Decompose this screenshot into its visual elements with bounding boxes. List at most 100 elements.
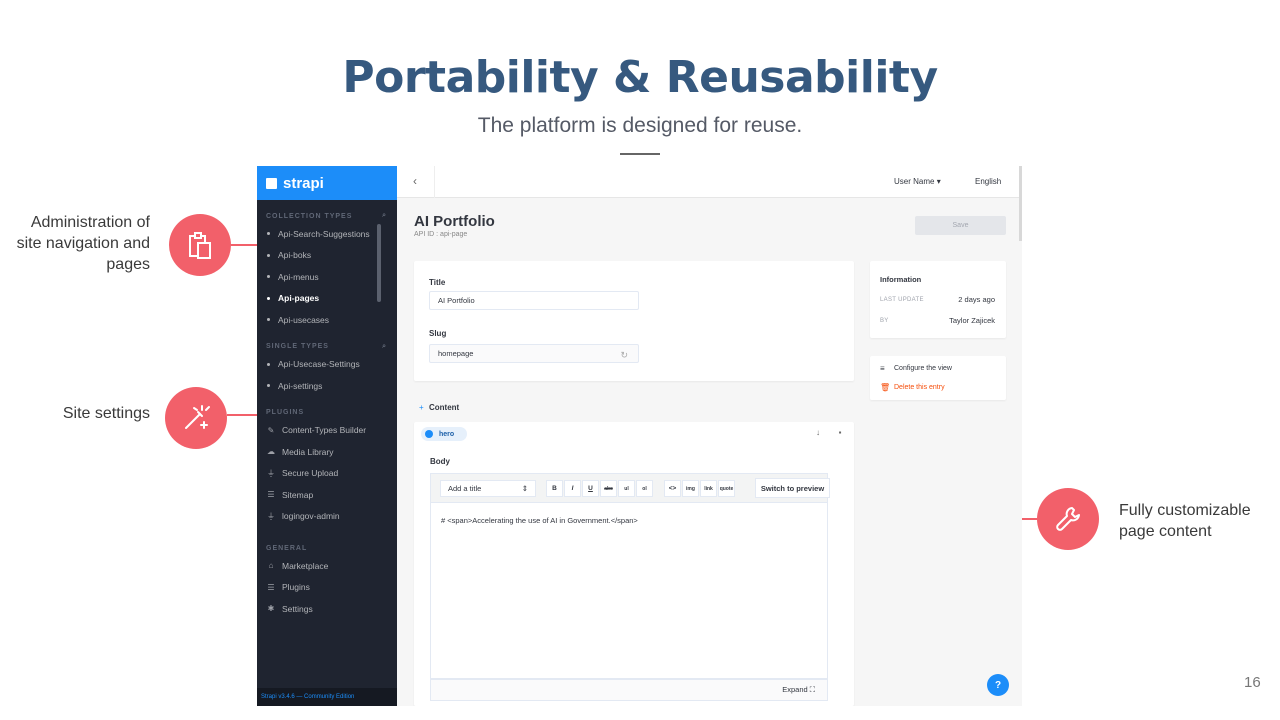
search-icon[interactable]: ⌕: [382, 212, 387, 220]
entry-title: AI Portfolio: [414, 213, 495, 230]
magic-wand-icon: [165, 387, 227, 449]
sidebar-item[interactable]: ✱ Settings: [257, 598, 397, 620]
list-icon: ☰: [267, 490, 275, 500]
sidebar: strapi COLLECTION TYPES ⌕ Api-Search-Sug…: [257, 166, 397, 706]
brand-logo[interactable]: strapi: [257, 166, 397, 200]
api-id: API ID : api-page: [414, 231, 468, 238]
sidebar-item-label: Api-usecases: [278, 314, 330, 325]
numbered-list-button[interactable]: ol: [636, 480, 653, 497]
delete-entry-link[interactable]: 🗑 Delete this entry: [880, 383, 945, 392]
sidebar-item[interactable]: Api-menus: [257, 266, 397, 288]
bullet-icon: [267, 232, 270, 236]
bullet-icon: [267, 275, 270, 279]
back-arrow-icon[interactable]: ‹: [413, 174, 417, 188]
slug-label: Slug: [429, 329, 447, 338]
callout-content-line-1: Fully customizable: [1119, 502, 1251, 519]
sidebar-item-label: Api-pages: [278, 293, 320, 304]
bullet-icon: [267, 318, 270, 322]
code-button[interactable]: <>: [664, 480, 681, 497]
save-button[interactable]: Save: [915, 216, 1006, 235]
sidebar-item[interactable]: ☰ Plugins: [257, 577, 397, 599]
actions-card: ≡ Configure the view 🗑 Delete this entry: [870, 356, 1006, 400]
editor-text: # <span>Accelerating the use of AI in Go…: [441, 516, 638, 525]
trash-icon[interactable]: ▪: [834, 428, 846, 437]
last-update-value: 2 days ago: [958, 295, 995, 304]
sidebar-item[interactable]: ☰ Sitemap: [257, 484, 397, 506]
component-actions: ↓ ▪: [812, 428, 846, 437]
refresh-icon[interactable]: ↻: [620, 350, 628, 361]
sidebar-item[interactable]: ⏚ Secure Upload: [257, 463, 397, 485]
sidebar-item[interactable]: ⌂ Marketplace: [257, 555, 397, 577]
editor-footer: Expand ⛶: [430, 679, 828, 701]
image-button[interactable]: img: [682, 480, 699, 497]
general-list: ⌂ Marketplace ☰ Plugins ✱ Settings: [257, 555, 397, 620]
switch-to-preview-button[interactable]: Switch to preview: [755, 478, 830, 498]
sidebar-item[interactable]: ⏚ logingov-admin: [257, 506, 397, 528]
sidebar-item[interactable]: Api-Usecase-Settings: [257, 354, 397, 376]
bullet-icon: [267, 384, 270, 388]
component-name: hero: [439, 430, 455, 438]
sidebar-item-label: Api-boks: [278, 250, 312, 261]
hero-component-pill[interactable]: hero: [421, 427, 467, 441]
sidebar-item-label: Marketplace: [282, 560, 329, 571]
sidebar-item[interactable]: Api-usecases: [257, 309, 397, 331]
title-input[interactable]: AI Portfolio: [429, 291, 639, 310]
plugin-list: ✎ Content-Types Builder ☁ Media Library ⏚ Sec…: [257, 420, 397, 528]
cloud-icon: ☁: [267, 447, 275, 457]
shop-icon: ⌂: [268, 561, 274, 571]
delete-entry-label: Delete this entry: [894, 384, 945, 391]
gear-icon: ✱: [267, 604, 275, 614]
sidebar-item[interactable]: Api-boks: [257, 245, 397, 267]
expand-button[interactable]: Expand ⛶: [782, 685, 815, 695]
sidebar-item[interactable]: Api-settings: [257, 375, 397, 397]
bulleted-list-button[interactable]: ul: [618, 480, 635, 497]
underline-button[interactable]: U: [582, 480, 599, 497]
user-menu[interactable]: User Name ▾: [894, 177, 941, 186]
page-scrollbar[interactable]: [1019, 166, 1022, 241]
strikethrough-button[interactable]: abc: [600, 480, 617, 497]
sidebar-item-label: Api-menus: [278, 271, 319, 282]
callout-settings-text: Site settings: [62, 405, 150, 422]
trash-icon: 🗑: [880, 383, 891, 392]
italic-button[interactable]: I: [564, 480, 581, 497]
sidebar-item[interactable]: Api-Search-Suggestions: [257, 223, 397, 245]
brand-name: strapi: [283, 174, 324, 192]
quote-button[interactable]: quote: [718, 480, 735, 497]
link-button[interactable]: link: [700, 480, 717, 497]
slide-title: Portability & Reusability: [342, 52, 938, 103]
help-button[interactable]: ?: [987, 674, 1009, 696]
topbar-divider: [434, 166, 435, 198]
search-icon[interactable]: ⌕: [382, 343, 387, 351]
list-icon: ☰: [267, 582, 275, 592]
callout-content-line-2: page content: [1119, 523, 1212, 540]
sidebar-item[interactable]: Api-pages: [257, 288, 397, 310]
slug-input[interactable]: homepage ↻: [429, 344, 639, 363]
slug-value: homepage: [438, 349, 474, 358]
heading-select-value: Add a title: [448, 484, 482, 493]
editor-toolbar: Add a title ⇕ B I U abc ul ol <> img lin…: [430, 473, 830, 503]
sidebar-item-label: Api-Search-Suggestions: [278, 228, 370, 239]
bullet-icon: [267, 253, 270, 257]
heading-select[interactable]: Add a title ⇕: [440, 480, 536, 497]
configure-view-link[interactable]: ≡ Configure the view: [880, 364, 952, 373]
body-label: Body: [430, 457, 450, 466]
information-heading: Information: [880, 275, 922, 284]
expand-icon: ⛶: [809, 685, 815, 694]
section-label: GENERAL: [266, 544, 308, 552]
sidebar-item[interactable]: ✎ Content-Types Builder: [257, 420, 397, 442]
sidebar-item-label: Api-Usecase-Settings: [278, 359, 360, 370]
by-key: BY: [880, 318, 889, 324]
user-name: User Name: [894, 177, 935, 186]
strapi-logo-icon: [266, 177, 277, 189]
language-selector[interactable]: English: [975, 177, 1001, 186]
select-arrows-icon: ⇕: [521, 484, 528, 493]
pencil-icon: ✎: [267, 425, 275, 435]
sidebar-item[interactable]: ☁ Media Library: [257, 441, 397, 463]
arrow-down-icon[interactable]: ↓: [812, 428, 824, 437]
sidebar-scrollbar[interactable]: [377, 224, 381, 302]
bold-button[interactable]: B: [546, 480, 563, 497]
title-label: Title: [429, 278, 446, 287]
markdown-editor[interactable]: # <span>Accelerating the use of AI in Go…: [430, 503, 828, 679]
collapse-icon[interactable]: +: [419, 403, 424, 412]
sidebar-item-label: Api-settings: [278, 380, 323, 391]
